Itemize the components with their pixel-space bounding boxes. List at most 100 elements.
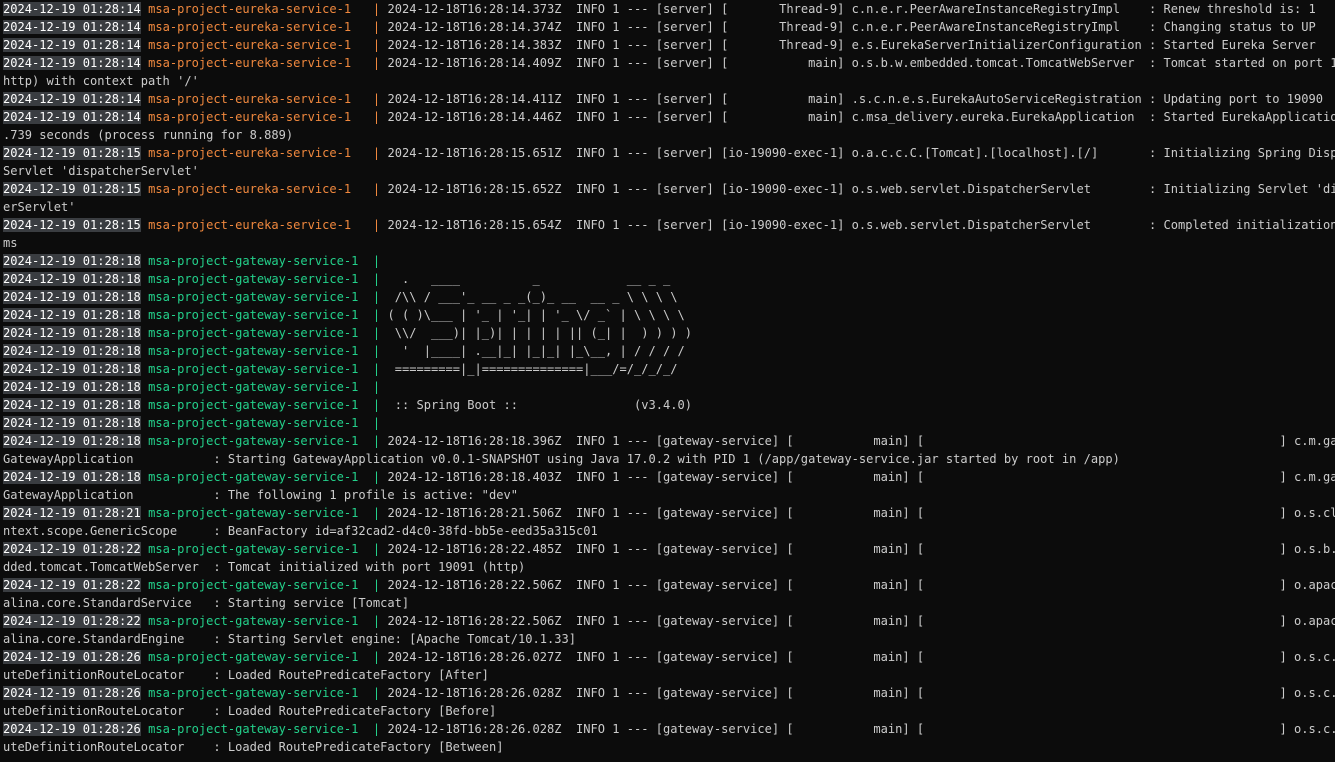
log-timestamp: 2024-12-19 01:28:18 — [3, 362, 141, 376]
separator-pipe: | — [358, 362, 388, 376]
log-message: 2024-12-18T16:28:26.027Z INFO 1 --- [gat… — [387, 650, 1335, 664]
log-line: 2024-12-19 01:28:22 msa-project-gateway-… — [3, 540, 1335, 558]
log-message: ms — [3, 236, 18, 250]
log-line-continuation: http) with context path '/' — [3, 72, 1335, 90]
separator-pipe: | — [358, 254, 388, 268]
service-name: msa-project-eureka-service-1 — [148, 92, 359, 106]
log-line-continuation: erServlet' — [3, 198, 1335, 216]
log-line: 2024-12-19 01:28:14 msa-project-eureka-s… — [3, 36, 1335, 54]
log-timestamp: 2024-12-19 01:28:18 — [3, 308, 141, 322]
separator-pipe: | — [358, 614, 388, 628]
separator-pipe: | — [358, 722, 388, 736]
separator-pipe: | — [358, 272, 388, 286]
log-timestamp: 2024-12-19 01:28:22 — [3, 542, 141, 556]
separator-pipe: | — [358, 56, 388, 70]
log-message: alina.core.StandardEngine : Starting Ser… — [3, 632, 576, 646]
log-message: GatewayApplication : The following 1 pro… — [3, 488, 518, 502]
log-line-continuation: ms — [3, 234, 1335, 252]
log-message: 2024-12-18T16:28:15.652Z INFO 1 --- [ser… — [387, 182, 1335, 196]
log-message: http) with context path '/' — [3, 74, 199, 88]
log-message: 2024-12-18T16:28:22.506Z INFO 1 --- [gat… — [387, 578, 1335, 592]
log-message: 2024-12-18T16:28:14.446Z INFO 1 --- [ser… — [387, 110, 1335, 124]
separator-pipe: | — [358, 542, 388, 556]
log-line-continuation: uteDefinitionRouteLocator : Loaded Route… — [3, 702, 1335, 720]
log-line: 2024-12-19 01:28:18 msa-project-gateway-… — [3, 324, 1335, 342]
log-line: 2024-12-19 01:28:18 msa-project-gateway-… — [3, 360, 1335, 378]
service-name: msa-project-gateway-service-1 — [148, 254, 359, 268]
service-name: msa-project-gateway-service-1 — [148, 308, 359, 322]
log-line-continuation: ntext.scope.GenericScope : BeanFactory i… — [3, 522, 1335, 540]
separator-pipe: | — [358, 380, 388, 394]
log-message: :: Spring Boot :: (v3.4.0) — [387, 398, 693, 412]
terminal-output[interactable]: 2024-12-19 01:28:14 msa-project-eureka-s… — [0, 0, 1335, 762]
service-name: msa-project-eureka-service-1 — [148, 182, 359, 196]
log-line-continuation: GatewayApplication : The following 1 pro… — [3, 486, 1335, 504]
log-timestamp: 2024-12-19 01:28:15 — [3, 146, 141, 160]
log-timestamp: 2024-12-19 01:28:22 — [3, 614, 141, 628]
log-line-continuation: alina.core.StandardEngine : Starting Ser… — [3, 630, 1335, 648]
service-name: msa-project-eureka-service-1 — [148, 110, 359, 124]
log-message: ( ( )\___ | '_ | '_| | '_ \/ _` | \ \ \ … — [387, 308, 685, 322]
service-name: msa-project-gateway-service-1 — [148, 398, 359, 412]
separator-pipe: | — [358, 650, 388, 664]
log-message: 2024-12-18T16:28:22.506Z INFO 1 --- [gat… — [387, 614, 1335, 628]
separator-pipe: | — [358, 308, 388, 322]
log-message: /\\ / ___'_ __ _ _(_)_ __ __ _ \ \ \ \ — [387, 290, 678, 304]
log-timestamp: 2024-12-19 01:28:21 — [3, 506, 141, 520]
service-name: msa-project-gateway-service-1 — [148, 290, 359, 304]
log-timestamp: 2024-12-19 01:28:26 — [3, 650, 141, 664]
log-message: alina.core.StandardService : Starting se… — [3, 596, 410, 610]
log-message: dded.tomcat.TomcatWebServer : Tomcat ini… — [3, 560, 526, 574]
log-timestamp: 2024-12-19 01:28:18 — [3, 290, 141, 304]
log-message: Servlet 'dispatcherServlet' — [3, 164, 199, 178]
log-timestamp: 2024-12-19 01:28:15 — [3, 182, 141, 196]
log-message: ' |____| .__|_| |_|_| |_\__, | / / / / — [387, 344, 685, 358]
separator-pipe: | — [358, 326, 388, 340]
service-name: msa-project-gateway-service-1 — [148, 686, 359, 700]
log-line-continuation: uteDefinitionRouteLocator : Loaded Route… — [3, 738, 1335, 756]
service-name: msa-project-gateway-service-1 — [148, 614, 359, 628]
log-line-continuation: GatewayApplication : Starting GatewayApp… — [3, 450, 1335, 468]
service-name: msa-project-gateway-service-1 — [148, 434, 359, 448]
log-line: 2024-12-19 01:28:21 msa-project-gateway-… — [3, 504, 1335, 522]
log-message: . ____ _ __ _ _ — [387, 272, 671, 286]
separator-pipe: | — [358, 398, 388, 412]
log-line-continuation: dded.tomcat.TomcatWebServer : Tomcat ini… — [3, 558, 1335, 576]
log-line: 2024-12-19 01:28:15 msa-project-eureka-s… — [3, 144, 1335, 162]
separator-pipe: | — [358, 110, 388, 124]
log-message: uteDefinitionRouteLocator : Loaded Route… — [3, 668, 489, 682]
log-timestamp: 2024-12-19 01:28:22 — [3, 578, 141, 592]
separator-pipe: | — [358, 470, 388, 484]
service-name: msa-project-eureka-service-1 — [148, 56, 359, 70]
service-name: msa-project-gateway-service-1 — [148, 326, 359, 340]
log-line: 2024-12-19 01:28:26 msa-project-gateway-… — [3, 684, 1335, 702]
log-timestamp: 2024-12-19 01:28:15 — [3, 218, 141, 232]
service-name: msa-project-eureka-service-1 — [148, 146, 359, 160]
log-line: 2024-12-19 01:28:18 msa-project-gateway-… — [3, 306, 1335, 324]
log-message: uteDefinitionRouteLocator : Loaded Route… — [3, 740, 504, 754]
separator-pipe: | — [358, 578, 388, 592]
separator-pipe: | — [358, 92, 388, 106]
log-line: 2024-12-19 01:28:14 msa-project-eureka-s… — [3, 108, 1335, 126]
log-timestamp: 2024-12-19 01:28:18 — [3, 470, 141, 484]
log-timestamp: 2024-12-19 01:28:18 — [3, 272, 141, 286]
log-line: 2024-12-19 01:28:26 msa-project-gateway-… — [3, 720, 1335, 738]
log-line: 2024-12-19 01:28:18 msa-project-gateway-… — [3, 432, 1335, 450]
log-line: 2024-12-19 01:28:14 msa-project-eureka-s… — [3, 0, 1335, 18]
log-timestamp: 2024-12-19 01:28:18 — [3, 416, 141, 430]
log-timestamp: 2024-12-19 01:28:14 — [3, 20, 141, 34]
log-message: 2024-12-18T16:28:14.409Z INFO 1 --- [ser… — [387, 56, 1335, 70]
log-line: 2024-12-19 01:28:14 msa-project-eureka-s… — [3, 54, 1335, 72]
separator-pipe: | — [358, 506, 388, 520]
log-line: 2024-12-19 01:28:18 msa-project-gateway-… — [3, 396, 1335, 414]
log-message: 2024-12-18T16:28:26.028Z INFO 1 --- [gat… — [387, 722, 1335, 736]
log-line-continuation: alina.core.StandardService : Starting se… — [3, 594, 1335, 612]
log-line: 2024-12-19 01:28:26 msa-project-gateway-… — [3, 648, 1335, 666]
log-message: 2024-12-18T16:28:22.485Z INFO 1 --- [gat… — [387, 542, 1335, 556]
log-message: uteDefinitionRouteLocator : Loaded Route… — [3, 704, 497, 718]
service-name: msa-project-gateway-service-1 — [148, 650, 359, 664]
log-timestamp: 2024-12-19 01:28:18 — [3, 326, 141, 340]
separator-pipe: | — [358, 416, 388, 430]
log-timestamp: 2024-12-19 01:28:18 — [3, 434, 141, 448]
log-line: 2024-12-19 01:28:18 msa-project-gateway-… — [3, 378, 1335, 396]
